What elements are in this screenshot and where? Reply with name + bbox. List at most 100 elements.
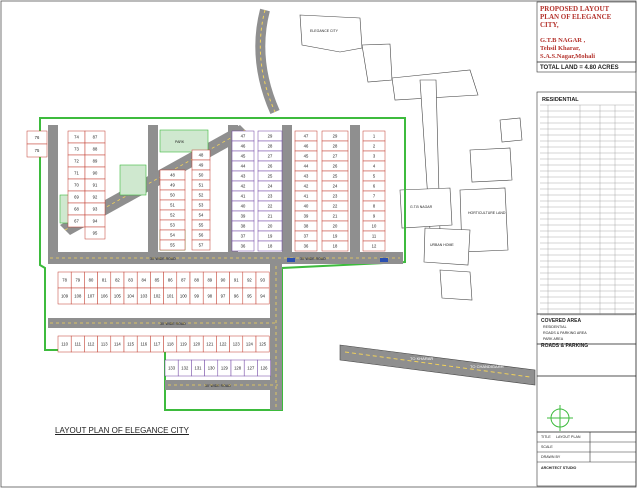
- plot-93: 93: [84, 202, 106, 216]
- svg-text:28: 28: [268, 144, 273, 149]
- plot-80: 80: [84, 271, 98, 289]
- svg-text:114: 114: [114, 342, 121, 347]
- plot-55: 55: [191, 219, 211, 231]
- svg-text:28: 28: [333, 144, 338, 149]
- plot-37: 37: [294, 230, 318, 242]
- plot-94: 94: [255, 287, 270, 305]
- svg-text:108: 108: [74, 294, 82, 299]
- main-road-label-2: TO CHANDIGARH: [470, 364, 504, 369]
- plot-87: 87: [176, 271, 191, 289]
- plot-95: 95: [242, 287, 257, 305]
- svg-text:88: 88: [194, 278, 199, 283]
- plot-38: 38: [294, 220, 318, 232]
- svg-text:38: 38: [241, 224, 246, 229]
- svg-text:90: 90: [221, 278, 226, 283]
- plot-86: 86: [163, 271, 178, 289]
- svg-text:109: 109: [61, 294, 69, 299]
- svg-text:79: 79: [75, 278, 80, 283]
- building-label-gtb: G.T.B NAGAR: [410, 205, 433, 209]
- plot-52: 52: [159, 209, 186, 221]
- plot-40: 40: [231, 200, 255, 212]
- road-label-top-right: 30' WIDE ROAD: [300, 257, 326, 261]
- total-land: TOTAL LAND = 4.80 ACRES: [540, 65, 619, 71]
- svg-text:116: 116: [140, 342, 147, 347]
- plot-40: 40: [294, 200, 318, 212]
- plot-9: 9: [362, 210, 386, 222]
- svg-text:51: 51: [199, 183, 204, 188]
- svg-text:119: 119: [180, 342, 187, 347]
- plot-106: 106: [97, 287, 112, 305]
- plot-93: 93: [255, 271, 270, 289]
- svg-text:53: 53: [199, 203, 204, 208]
- plot-92: 92: [242, 271, 257, 289]
- plot-53: 53: [191, 199, 211, 211]
- svg-text:130: 130: [208, 366, 216, 371]
- plot-41: 41: [231, 190, 255, 202]
- svg-text:48: 48: [170, 173, 175, 178]
- svg-text:132: 132: [181, 366, 189, 371]
- svg-text:19: 19: [268, 234, 273, 239]
- plot-57: 57: [191, 239, 211, 251]
- plot-27: 27: [321, 150, 349, 162]
- project-title: PROPOSED LAYOUT PLAN OF ELEGANCE CITY,: [540, 5, 612, 29]
- plot-88: 88: [189, 271, 204, 289]
- plot-45: 45: [231, 150, 255, 162]
- svg-text:123: 123: [233, 342, 241, 347]
- svg-text:36: 36: [304, 244, 309, 249]
- plot-8: 8: [362, 200, 386, 212]
- plot-128: 128: [230, 359, 245, 377]
- plot-129: 129: [217, 359, 232, 377]
- plot-39: 39: [294, 210, 318, 222]
- plot-123: 123: [229, 335, 244, 353]
- plot-76: 76: [26, 130, 48, 145]
- plot-103: 103: [136, 287, 151, 305]
- plot-50: 50: [191, 169, 211, 181]
- svg-text:23: 23: [268, 194, 273, 199]
- svg-text:38: 38: [304, 224, 309, 229]
- svg-text:91: 91: [93, 183, 98, 188]
- plot-98: 98: [202, 287, 217, 305]
- drawn-by-label: DRAWN BY: [541, 455, 561, 459]
- plot-36: 36: [231, 240, 255, 252]
- plot-87: 87: [84, 130, 106, 144]
- svg-text:89: 89: [93, 159, 98, 164]
- svg-text:53: 53: [170, 223, 175, 228]
- plot-101: 101: [163, 287, 178, 305]
- plot-48: 48: [159, 169, 186, 181]
- svg-text:25: 25: [333, 174, 338, 179]
- covered-line-3: PARK AREA: [543, 337, 564, 341]
- plot-51: 51: [191, 179, 211, 191]
- covered-line-2: ROADS & PARKING AREA: [543, 331, 587, 335]
- svg-text:51: 51: [170, 203, 175, 208]
- svg-text:20: 20: [333, 224, 338, 229]
- svg-text:122: 122: [220, 342, 228, 347]
- svg-text:26: 26: [333, 164, 338, 169]
- plot-94: 94: [84, 214, 106, 228]
- plot-50: 50: [159, 189, 186, 201]
- plot-120: 120: [189, 335, 204, 353]
- plot-5: 5: [362, 170, 386, 182]
- plot-36: 36: [294, 240, 318, 252]
- svg-text:45: 45: [241, 154, 246, 159]
- svg-text:121: 121: [206, 342, 214, 347]
- plot-54: 54: [191, 209, 211, 221]
- svg-text:21: 21: [268, 214, 273, 219]
- plot-115: 115: [123, 335, 138, 353]
- svg-text:55: 55: [170, 243, 175, 248]
- plot-44: 44: [231, 160, 255, 172]
- svg-text:57: 57: [199, 243, 204, 248]
- plot-37: 37: [231, 230, 255, 242]
- plot-126: 126: [257, 359, 271, 377]
- svg-text:124: 124: [246, 342, 254, 347]
- drawing-title-label: TITLE: [541, 435, 551, 439]
- svg-text:47: 47: [241, 134, 246, 139]
- plot-130: 130: [204, 359, 219, 377]
- covered-area-heading: COVERED AREA: [541, 318, 582, 324]
- svg-text:37: 37: [304, 234, 309, 239]
- layout-plan-drawing: 7675747372717069686787888990919293949547…: [0, 0, 637, 488]
- plot-10: 10: [362, 220, 386, 232]
- svg-text:73: 73: [74, 147, 79, 152]
- svg-text:48: 48: [199, 153, 204, 158]
- svg-text:102: 102: [154, 294, 162, 299]
- svg-text:95: 95: [93, 231, 98, 236]
